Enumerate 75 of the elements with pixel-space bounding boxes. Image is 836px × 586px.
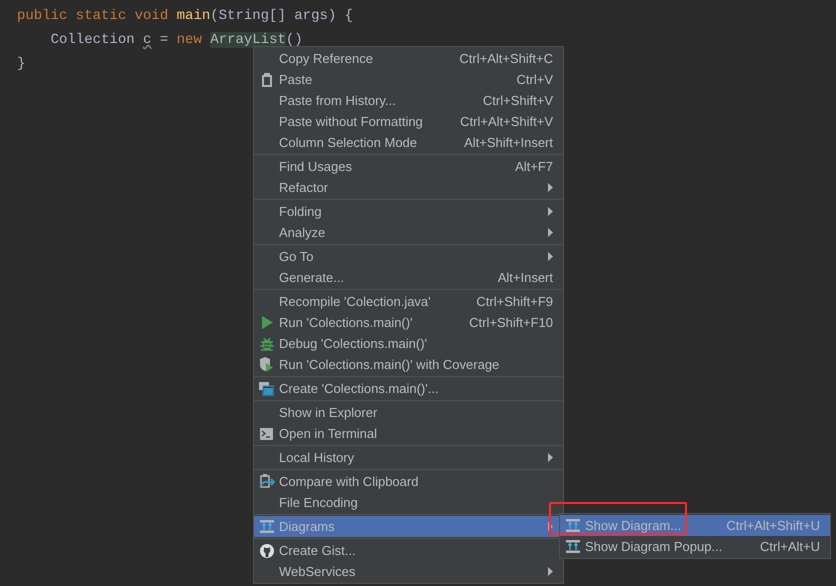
menu-item-label: File Encoding — [279, 494, 358, 512]
menu-item[interactable]: Create 'Colections.main()'... — [254, 378, 563, 399]
menu-item[interactable]: Show Diagram Popup... Ctrl+Alt+U — [560, 536, 830, 557]
menu-item-label: Paste without Formatting — [279, 112, 423, 131]
menu-item[interactable]: Open in Terminal — [254, 423, 563, 444]
menu-item-label: Refactor — [279, 178, 328, 197]
menu-item-label: Run 'Colections.main()' — [279, 314, 413, 332]
menu-item-label: Go To — [279, 248, 314, 266]
menu-item-label: Show Diagram... — [585, 516, 682, 535]
menu-item-label: Show Diagram Popup... — [585, 538, 722, 556]
menu-item-label: Copy Reference — [279, 50, 373, 68]
menu-item[interactable]: Folding — [254, 201, 563, 222]
shortcut-label: Ctrl+Alt+Shift+U — [726, 516, 820, 535]
menu-item-label: WebServices — [279, 562, 356, 581]
shortcut-label: Alt+Shift+Insert — [464, 134, 553, 152]
window-icon — [259, 382, 274, 396]
menu-item-label: Create 'Colections.main()'... — [279, 380, 439, 398]
menu-item[interactable]: Column Selection Mode Alt+Shift+Insert — [254, 132, 563, 153]
menu-item[interactable]: Compare with Clipboard — [254, 471, 563, 492]
menu-item[interactable]: Show in Explorer — [254, 402, 563, 423]
menu-item-label: Debug 'Colections.main()' — [279, 334, 428, 353]
shortcut-label: Alt+Insert — [498, 268, 553, 287]
menu-item-label: Local History — [279, 448, 354, 467]
shortcut-label: Ctrl+Shift+F10 — [469, 314, 553, 332]
menu-item-label: Analyze — [279, 224, 326, 242]
code-line: } — [17, 55, 26, 74]
menu-item[interactable]: Create Gist... — [254, 540, 563, 561]
shield-play-icon — [259, 357, 274, 372]
shortcut-label: Ctrl+V — [516, 70, 553, 89]
shortcut-label: Ctrl+Shift+F9 — [476, 292, 553, 311]
github-icon — [260, 544, 274, 558]
menu-item[interactable]: Run 'Colections.main()' with Coverage — [254, 354, 563, 375]
code-line: Collection c = new ArrayList() — [50, 31, 303, 50]
menu-item-label: Folding — [279, 202, 322, 221]
menu-item[interactable]: Debug 'Colections.main()' — [254, 333, 563, 354]
menu-item-label: Run 'Colections.main()' with Coverage — [279, 356, 500, 374]
menu-item[interactable]: Paste without Formatting Ctrl+Alt+Shift+V — [254, 111, 563, 132]
menu-item[interactable]: Paste Ctrl+V — [254, 69, 563, 90]
menu-item[interactable]: Copy Reference Ctrl+Alt+Shift+C — [254, 48, 563, 69]
menu-item-label: Open in Terminal — [279, 424, 378, 443]
menu-item-label: Recompile 'Colection.java' — [279, 292, 431, 311]
menu-item[interactable]: File Encoding — [254, 492, 563, 513]
menu-item[interactable]: Go To — [254, 246, 563, 267]
terminal-icon — [260, 428, 273, 440]
compare-arrows-icon — [258, 474, 274, 489]
menu-item-label: Paste from History... — [279, 92, 396, 110]
menu-item-label: Diagrams — [279, 518, 335, 536]
menu-item[interactable]: Generate... Alt+Insert — [254, 267, 563, 288]
shortcut-label: Ctrl+Alt+U — [760, 538, 820, 556]
clipboard-icon — [260, 72, 272, 86]
shortcut-label: Ctrl+Alt+Shift+V — [460, 112, 553, 131]
menu-item[interactable]: Paste from History... Ctrl+Shift+V — [254, 90, 563, 111]
menu-item[interactable]: Find Usages Alt+F7 — [254, 156, 563, 177]
menu-item-label: Paste — [279, 70, 312, 89]
menu-item[interactable]: Recompile 'Colection.java' Ctrl+Shift+F9 — [254, 291, 563, 312]
code-line: public static void main(String[] args) { — [17, 7, 354, 26]
menu-item[interactable]: Run 'Colections.main()' Ctrl+Shift+F10 — [254, 312, 563, 333]
shortcut-label: Ctrl+Alt+Shift+C — [459, 50, 553, 68]
bug-icon — [260, 336, 274, 350]
menu-item[interactable]: Analyze — [254, 222, 563, 243]
diagram-icon — [260, 520, 274, 533]
menu-item[interactable]: Refactor — [254, 177, 563, 198]
diagram-icon — [566, 540, 580, 553]
menu-item[interactable]: Local History — [254, 447, 563, 468]
diagram-icon — [566, 519, 580, 532]
menu-item-label: Compare with Clipboard — [279, 472, 418, 491]
menu-item[interactable]: WebServices — [254, 561, 563, 582]
menu-item-label: Create Gist... — [279, 542, 356, 560]
shortcut-label: Ctrl+Shift+V — [482, 92, 553, 110]
menu-item-label: Column Selection Mode — [279, 134, 418, 152]
play-icon — [260, 316, 272, 329]
menu-item-label: Show in Explorer — [279, 404, 378, 422]
menu-item-label: Find Usages — [279, 158, 352, 176]
shortcut-label: Alt+F7 — [515, 158, 553, 176]
menu-item-label: Generate... — [279, 268, 344, 287]
